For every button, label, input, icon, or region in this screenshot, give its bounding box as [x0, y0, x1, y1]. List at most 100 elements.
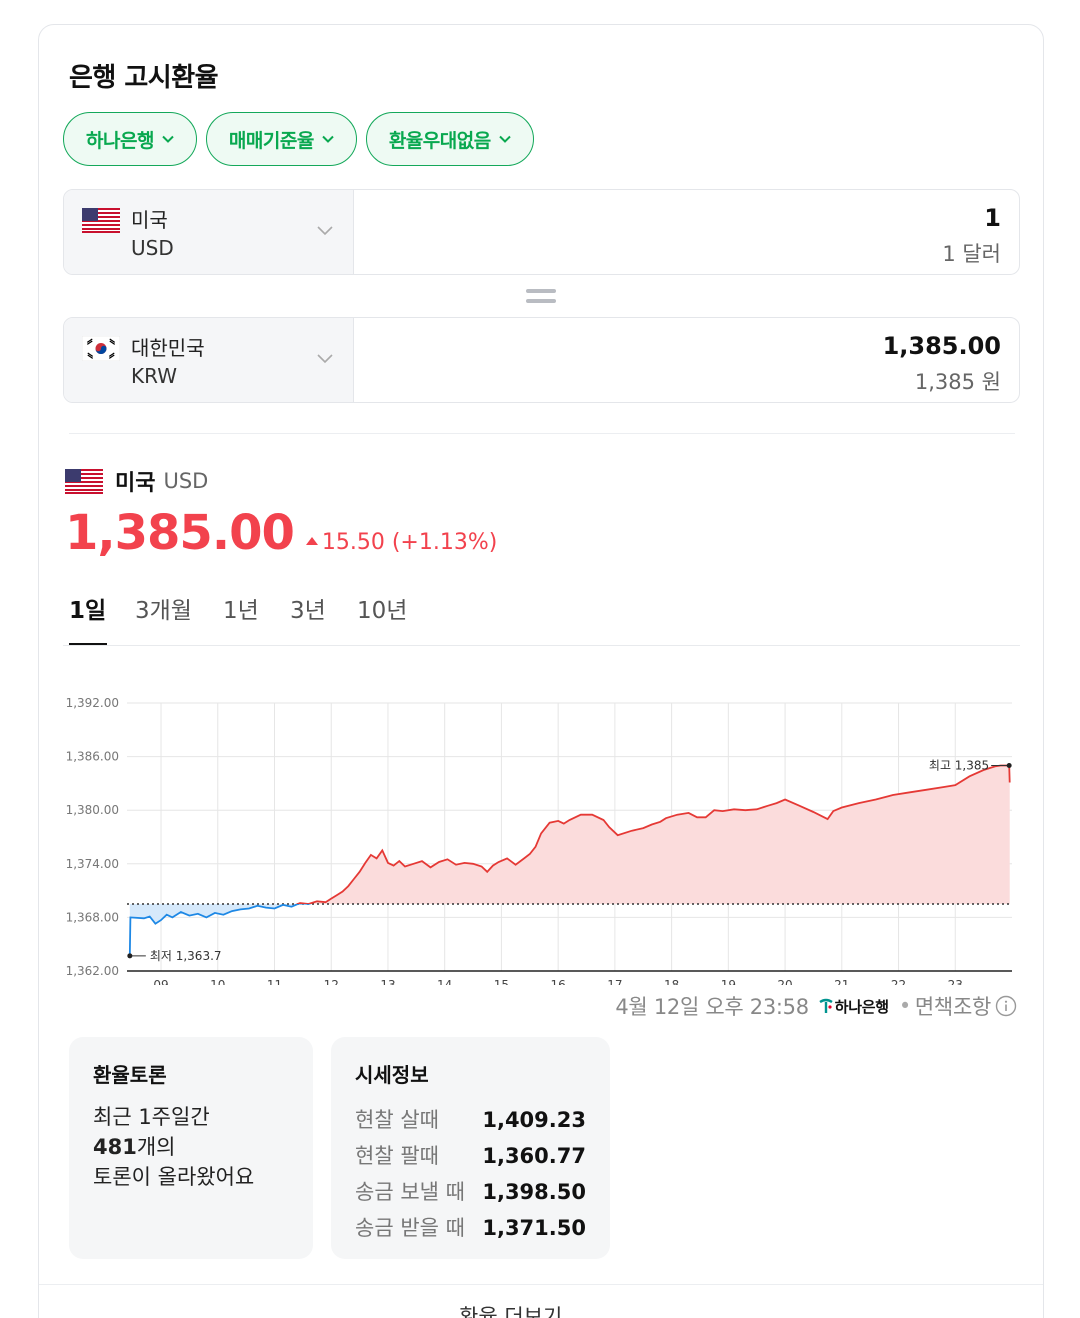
from-currency-select[interactable]: 미국 USD — [64, 190, 354, 274]
exchange-rate-card: 은행 고시환율 하나은행 매매기준율 환율우대없음 미국 USD 1 1 달러 … — [38, 24, 1044, 1318]
rate-type-chip[interactable]: 매매기준율 — [205, 112, 357, 166]
market-row-label: 현찰 살때 — [355, 1108, 439, 1132]
x-tick-label: 16 — [551, 978, 566, 985]
period-tabs: 1일 3개월 1년 3년 10년 — [63, 591, 1020, 646]
forum-count-suffix: 개의 — [136, 1135, 176, 1159]
forum-count: 481 — [93, 1135, 137, 1159]
chip-label: 환율우대없음 — [388, 129, 491, 152]
market-row-value: 1,371.50 — [482, 1216, 586, 1240]
y-tick-label: 1,380.00 — [66, 803, 119, 817]
y-tick-label: 1,362.00 — [66, 964, 119, 978]
currency-code: USD — [163, 469, 209, 493]
x-tick-label: 09 — [153, 978, 168, 985]
rate-change-value: 15.50 (+1.13%) — [321, 530, 498, 555]
x-tick-label: 12 — [324, 978, 339, 985]
bank-select-chip[interactable]: 하나은행 — [63, 112, 197, 166]
to-amount-input[interactable]: 1,385.00 1,385 원 — [354, 318, 1019, 402]
us-flag-icon — [82, 208, 120, 233]
y-tick-label: 1,368.00 — [66, 910, 119, 924]
more-label: 환율 더보기 — [459, 1305, 563, 1318]
price-block: 1,385.00 15.50 (+1.13%) — [65, 505, 497, 561]
x-tick-label: 19 — [721, 978, 736, 985]
x-tick-label: 13 — [380, 978, 395, 985]
tab-1y[interactable]: 1년 — [223, 591, 259, 645]
area-above-baseline — [129, 765, 1010, 904]
bank-name: 하나은행 — [834, 997, 889, 1016]
forum-title: 환율토론 — [93, 1063, 167, 1087]
chevron-down-icon — [322, 135, 334, 143]
x-tick-label: 23 — [948, 978, 963, 985]
hana-bank-icon — [819, 998, 833, 1013]
x-tick-label: 18 — [664, 978, 679, 985]
tab-3y[interactable]: 3년 — [290, 591, 326, 645]
from-amount-input[interactable]: 1 1 달러 — [354, 190, 1019, 274]
market-row-value: 1,360.77 — [482, 1144, 586, 1168]
high-marker-dot — [1006, 763, 1012, 769]
chip-label: 하나은행 — [86, 129, 154, 152]
x-tick-label: 20 — [777, 978, 792, 985]
chip-label: 매매기준율 — [228, 129, 314, 152]
us-flag-icon — [65, 468, 103, 494]
tab-10y[interactable]: 10년 — [357, 591, 407, 645]
from-amount: 1 — [984, 204, 1001, 232]
rate-chart[interactable]: 1,362.00 1,368.00 1,374.00 1,380.00 1,386.00… — [39, 665, 1044, 985]
high-label: 최고 1,385 — [929, 759, 989, 773]
y-tick-label: 1,392.00 — [66, 696, 119, 710]
forum-text: 최근 1주일간 481개의 토론이 올라왔어요 — [93, 1102, 289, 1192]
x-tick-label: 21 — [834, 978, 849, 985]
market-row-label: 송금 보낼 때 — [355, 1180, 465, 1204]
equals-icon — [526, 289, 556, 303]
forum-line-2: 481개의 — [93, 1132, 289, 1162]
market-row-label: 송금 받을 때 — [355, 1216, 465, 1240]
more-rates-link[interactable]: 환율 더보기 — [459, 1301, 562, 1318]
market-row-value: 1,398.50 — [482, 1180, 586, 1204]
filter-chips: 하나은행 매매기준율 환율우대없음 — [63, 112, 534, 166]
currency-header: 미국 USD — [65, 465, 208, 497]
converter-to-row: 대한민국 KRW 1,385.00 1,385 원 — [63, 317, 1020, 403]
to-currency-select[interactable]: 대한민국 KRW — [64, 318, 354, 402]
to-amount: 1,385.00 — [882, 332, 1001, 360]
chart-footer: 4월 12일 오후 23:58 하나은행 • 면책조항 — [615, 991, 1017, 1021]
x-tick-label: 11 — [267, 978, 282, 985]
chevron-down-icon — [317, 354, 333, 364]
rate-change: 15.50 (+1.13%) — [305, 530, 498, 555]
x-tick-label: 17 — [607, 978, 622, 985]
x-tick-label: 22 — [891, 978, 906, 985]
to-amount-words: 1,385 원 — [914, 370, 1001, 394]
market-title: 시세정보 — [355, 1063, 429, 1087]
section-divider — [39, 1284, 1043, 1285]
market-row: 현찰 살때 1,409.23 — [355, 1102, 586, 1138]
to-currency-code: KRW — [131, 364, 177, 388]
market-row: 송금 받을 때 1,371.50 — [355, 1210, 586, 1246]
tab-3m[interactable]: 3개월 — [135, 591, 192, 645]
x-tick-label: 10 — [210, 978, 225, 985]
kr-flag-icon — [82, 336, 120, 361]
market-row: 현찰 팔때 1,360.77 — [355, 1138, 586, 1174]
card-title: 은행 고시환율 — [69, 63, 219, 93]
forum-line-1: 최근 1주일간 — [93, 1105, 210, 1129]
info-icon[interactable] — [995, 995, 1017, 1017]
chevron-down-icon — [317, 226, 333, 236]
tab-1d[interactable]: 1일 — [69, 591, 107, 645]
section-divider — [69, 433, 1015, 434]
to-country-name: 대한민국 — [131, 336, 205, 360]
market-row: 송금 보낼 때 1,398.50 — [355, 1174, 586, 1210]
chevron-down-icon — [162, 135, 174, 143]
low-label: 최저 1,363.7 — [150, 949, 222, 963]
market-row-value: 1,409.23 — [482, 1108, 586, 1132]
market-info-box: 시세정보 현찰 살때 1,409.23 현찰 팔때 1,360.77 송금 보낼… — [331, 1037, 610, 1259]
converter-from-row: 미국 USD 1 1 달러 — [63, 189, 1020, 275]
disclaimer-link[interactable]: 면책조항 — [915, 991, 991, 1021]
up-triangle-icon — [305, 537, 318, 545]
bank-logo: 하나은행 — [817, 996, 889, 1017]
x-tick-label: 15 — [494, 978, 509, 985]
from-country-name: 미국 — [131, 208, 168, 232]
x-tick-label: 14 — [437, 978, 452, 985]
preferential-rate-chip[interactable]: 환율우대없음 — [365, 112, 534, 166]
forum-box[interactable]: 환율토론 최근 1주일간 481개의 토론이 올라왔어요 — [69, 1037, 313, 1259]
forum-line-3: 토론이 올라왔어요 — [93, 1165, 255, 1189]
chevron-down-icon — [499, 135, 511, 143]
update-datetime: 4월 12일 오후 23:58 — [615, 995, 809, 1019]
separator-dot: • — [898, 994, 911, 1018]
y-tick-label: 1,374.00 — [66, 857, 119, 871]
